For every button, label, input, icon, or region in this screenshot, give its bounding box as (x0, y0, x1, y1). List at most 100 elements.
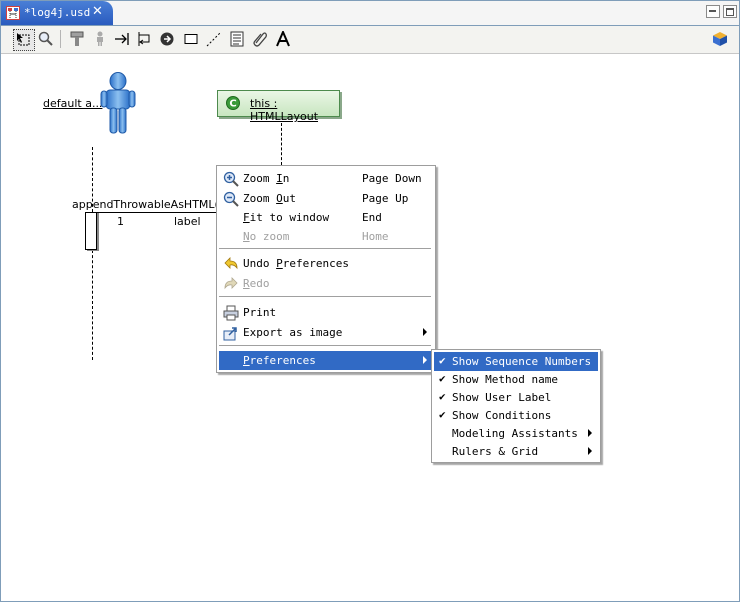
close-icon[interactable]: ✕ (92, 4, 103, 19)
class-lifeline[interactable] (281, 123, 282, 165)
menu-item-label: No zoom (243, 230, 290, 243)
menu-item-show-method-name[interactable]: ✔ Show Method name (434, 370, 598, 389)
rectangle-icon (184, 34, 198, 44)
checkmark-icon: ✔ (439, 372, 446, 385)
text-tool-button[interactable] (273, 29, 293, 49)
menu-item-label: Zoom Out (243, 192, 296, 205)
attachment-tool-button[interactable] (250, 29, 270, 49)
documentation-tool-button[interactable] (227, 29, 247, 49)
tab-title: *log4j.usd (24, 6, 91, 19)
undo-icon (224, 257, 238, 270)
zoom-out-icon (223, 191, 239, 207)
sequence-diagram-icon (6, 6, 20, 20)
context-menu: Zoom In Page Down Zoom Out Page Up Fit t… (216, 165, 436, 373)
activation-bar[interactable] (85, 212, 97, 250)
menu-item-label: Show User Label (452, 391, 552, 404)
message-label[interactable]: appendThrowableAsHTML(St (72, 198, 230, 211)
menu-item-label: Modeling Assistants (452, 427, 578, 440)
toolbar-separator (60, 30, 61, 48)
magnifier-icon (38, 31, 53, 46)
menu-item-accelerator: End (362, 211, 382, 224)
menu-item-label: Redo (243, 277, 270, 290)
redo-icon (224, 277, 238, 290)
minimize-button[interactable] (706, 5, 720, 18)
self-message-icon (138, 32, 150, 46)
cube-icon (713, 32, 727, 46)
printer-icon (223, 305, 239, 321)
self-message-tool-button[interactable] (135, 29, 155, 49)
menu-item-fit-to-window[interactable]: Fit to window End (219, 208, 433, 227)
actor-tool-button[interactable] (90, 29, 110, 49)
return-tool-button[interactable] (157, 29, 177, 49)
lifeline-icon (70, 31, 84, 46)
menu-item-zoom-out[interactable]: Zoom Out Page Up (219, 189, 433, 208)
document-icon (230, 31, 244, 47)
message-user-label[interactable]: label (174, 215, 201, 228)
menu-item-redo[interactable]: Redo (219, 274, 433, 293)
lifeline-tool-button[interactable] (67, 29, 87, 49)
return-circle-icon (160, 32, 174, 46)
menu-item-label: Undo Preferences (243, 257, 349, 270)
palette-toolbar (1, 26, 739, 54)
message-arrow-icon (115, 33, 129, 45)
menu-item-modeling-assistants[interactable]: Modeling Assistants (434, 424, 598, 443)
menu-item-show-conditions[interactable]: ✔ Show Conditions (434, 406, 598, 425)
note-tool-button[interactable] (181, 29, 201, 49)
checkmark-icon: ✔ (439, 390, 446, 403)
maximize-button[interactable] (723, 5, 737, 18)
lifeline-class-box[interactable]: C this : HTMLLayout (217, 90, 340, 123)
menu-item-label: Show Sequence Numbers (452, 355, 592, 368)
menu-item-accelerator: Home (362, 230, 389, 243)
note-link-tool-button[interactable] (204, 29, 224, 49)
menu-separator (219, 296, 431, 298)
svg-text:C: C (229, 99, 236, 110)
editor-frame: *log4j.usd ✕ default a... appendThrowabl… (0, 0, 740, 602)
menu-item-label: Rulers & Grid (452, 445, 539, 458)
menu-item-show-user-label[interactable]: ✔ Show User Label (434, 388, 598, 407)
model-explorer-button[interactable] (710, 29, 730, 49)
submenu-arrow-icon (423, 328, 427, 336)
menu-item-no-zoom[interactable]: No zoom Home (219, 227, 433, 246)
menu-item-show-sequence-numbers[interactable]: ✔ Show Sequence Numbers (434, 352, 598, 371)
menu-item-export-as-image[interactable]: Export as image (219, 323, 433, 342)
select-tool-button[interactable] (13, 29, 35, 51)
sequence-number: 1 (117, 215, 124, 228)
submenu-arrow-icon (588, 447, 592, 455)
actor-lifeline-lower[interactable] (92, 250, 93, 360)
actor-icon (97, 31, 103, 46)
select-icon (17, 33, 30, 46)
menu-item-rulers-grid[interactable]: Rulers & Grid (434, 442, 598, 461)
menu-item-preferences[interactable]: Preferences (219, 351, 433, 370)
class-label: this : HTMLLayout (250, 97, 319, 123)
menu-item-accelerator: Page Down (362, 172, 422, 185)
menu-item-label: Show Method name (452, 373, 558, 386)
menu-item-print[interactable]: Print (219, 303, 433, 322)
menu-item-undo-preferences[interactable]: Undo Preferences (219, 254, 433, 273)
text-a-icon (276, 31, 290, 47)
message-line[interactable] (97, 212, 217, 213)
actor-figure-icon[interactable] (100, 72, 136, 134)
menu-item-label: Print (243, 306, 277, 319)
zoom-tool-button[interactable] (36, 29, 56, 49)
menu-item-accelerator: Page Up (362, 192, 409, 205)
menu-item-label: Show Conditions (452, 409, 552, 422)
menu-item-zoom-in[interactable]: Zoom In Page Down (219, 169, 433, 188)
editor-tab[interactable]: *log4j.usd ✕ (1, 1, 113, 25)
menu-item-label: Export as image (243, 326, 343, 339)
zoom-in-icon (223, 171, 239, 187)
message-tool-button[interactable] (112, 29, 132, 49)
menu-item-label: Zoom In (243, 172, 290, 185)
dashed-line-icon (206, 31, 222, 47)
menu-item-label: Preferences (243, 354, 316, 367)
checkmark-icon: ✔ (439, 354, 446, 367)
paperclip-icon (253, 32, 267, 47)
checkmark-icon: ✔ (439, 408, 446, 421)
menu-item-label: Fit to window (243, 211, 330, 224)
editor-tab-strip: *log4j.usd ✕ (1, 1, 739, 26)
export-icon (223, 327, 237, 341)
class-icon: C (226, 96, 240, 110)
menu-separator (219, 345, 431, 347)
submenu-arrow-icon (588, 429, 592, 437)
menu-separator (219, 248, 431, 250)
actor-label[interactable]: default a... (43, 97, 102, 110)
